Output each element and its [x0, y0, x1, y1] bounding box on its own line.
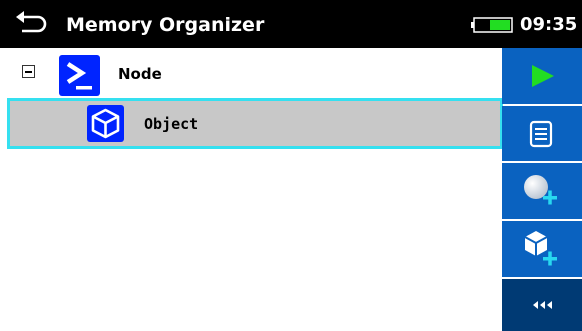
clock: 09:35: [520, 14, 578, 35]
add-object-button[interactable]: [502, 221, 582, 277]
view-button[interactable]: [502, 106, 582, 161]
more-button[interactable]: [502, 279, 582, 331]
title-bar: Memory Organizer 09:35: [0, 0, 582, 48]
action-sidebar: [502, 48, 582, 331]
document-list-icon: [529, 120, 553, 148]
collapse-minus-icon[interactable]: [22, 65, 35, 78]
play-icon: [532, 65, 554, 87]
tree-view: Node Object: [0, 48, 503, 331]
cube-object-icon: [87, 105, 124, 142]
battery-icon: [470, 17, 514, 33]
tree-object-label: Object: [144, 115, 199, 133]
back-arrow-icon[interactable]: [14, 8, 48, 38]
tree-node-label[interactable]: Node: [118, 48, 162, 98]
tree-item-object[interactable]: Object: [7, 98, 503, 149]
run-button[interactable]: [502, 48, 582, 104]
triple-chevron-left-icon: [533, 301, 552, 309]
sphere-plus-icon: [524, 175, 557, 205]
terminal-node-icon: [59, 55, 100, 96]
add-measurement-button[interactable]: [502, 163, 582, 219]
page-title: Memory Organizer: [66, 14, 265, 36]
cube-plus-icon: [524, 231, 557, 266]
